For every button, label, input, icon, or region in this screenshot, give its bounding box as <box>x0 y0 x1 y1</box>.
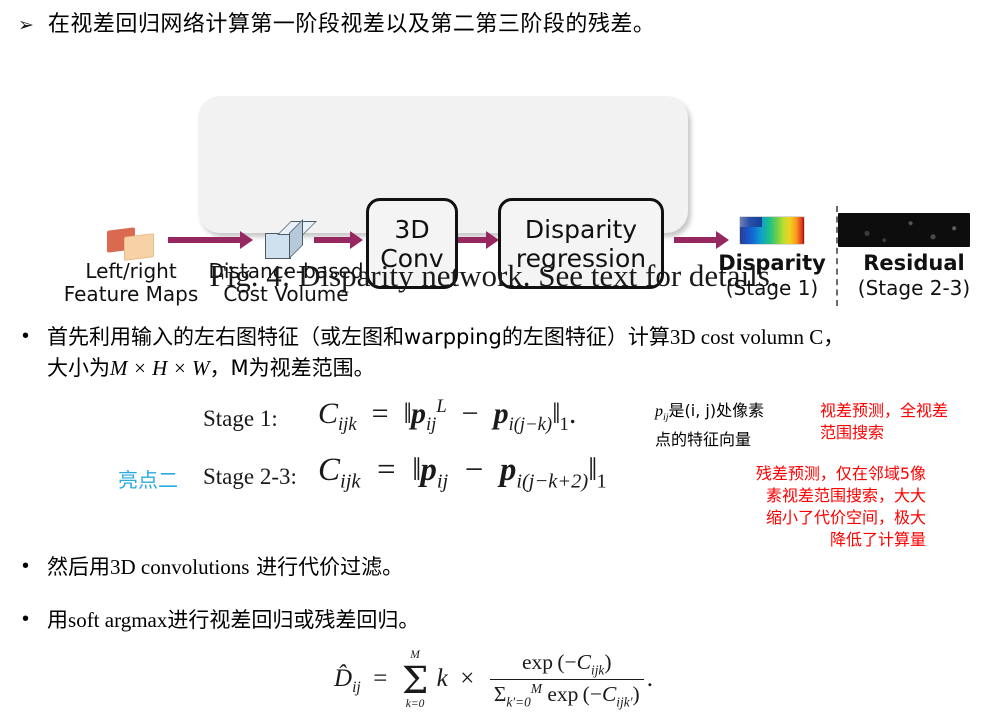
summation-symbol: M Σ k=0 <box>401 649 429 711</box>
stage-1-label: Stage 1: <box>203 406 278 431</box>
bullet-item-2: • 然后用3D convolutions 进行代价过滤。 <box>22 552 722 583</box>
soft-argmax-equation: D̂ij = M Σ k=0 k × exp (−Cijk) Σk′=0M ex… <box>334 649 653 711</box>
bullet-item-3: • 用soft argmax进行视差回归或残差回归。 <box>22 605 722 636</box>
bullet-dot: • <box>22 325 30 347</box>
stage-2-3-label: Stage 2-3: <box>203 464 297 489</box>
bullet-3-seg1: 用 <box>47 608 69 632</box>
bullet-1-line2-math: M × H × W <box>110 356 210 380</box>
bullet-1-seg2: 3D cost volumn C <box>669 325 824 349</box>
annotation-pij-line1: 是(i, j)处像素 <box>668 401 765 420</box>
bullet-2-seg1: 然后用 <box>47 555 111 579</box>
node-3d-conv-line1: 3D <box>394 214 430 244</box>
bullet-3-seg2: soft argmax <box>68 608 168 632</box>
annotation-red1-line2: 范围搜索 <box>820 423 885 442</box>
residual-thumbnail-image <box>838 213 970 247</box>
page-title: 在视差回归网络计算第一阶段视差以及第二第三阶段的残差。 <box>47 12 656 37</box>
annotation-red2-line2: 素视差范围搜索，大大 <box>765 486 926 505</box>
bullet-dot: • <box>22 555 30 577</box>
bullet-1-line2-seg1: 大小为 <box>47 356 111 380</box>
bullet-1-line2-seg2: ，M为视差范围。 <box>209 356 375 380</box>
disparity-thumbnail-image <box>740 217 804 244</box>
annotation-red2-line4: 降低了计算量 <box>829 530 926 549</box>
feature-maps-icon <box>106 226 158 261</box>
annotation-red1-line1: 视差预测，全视差 <box>820 401 949 420</box>
highlight-tag: 亮点二 <box>118 468 178 492</box>
bullet-3-text: 用soft argmax进行视差回归或残差回归。 <box>47 605 419 636</box>
annotation-pij-line2: 点的特征向量 <box>655 430 752 450</box>
bullet-3-seg3: 进行视差回归或残差回归。 <box>167 608 420 632</box>
bullet-1-seg3: ， <box>823 325 845 349</box>
bullet-1-seg1: 首先利用输入的左右图特征（或左图和warpping的左图特征）计算 <box>47 325 670 349</box>
softmax-fraction: exp (−Cijk) Σk′=0M exp (−Cijk′) <box>489 650 644 711</box>
disparity-network-diagram: Left/right Feature Maps Distance-based C… <box>0 88 987 306</box>
slide-heading-row: ➢ 在视差回归网络计算第一阶段视差以及第二第三阶段的残差。 <box>18 10 958 40</box>
annotation-pij-note: pij是(i, j)处像素 点的特征向量 <box>655 400 795 451</box>
annotation-red2-line3: 缩小了代价空间，极大 <box>765 508 926 527</box>
annotation-red2-line1: 残差预测，仅在邻域5像 <box>755 464 926 483</box>
annotation-red-stage1: 视差预测，全视差 范围搜索 <box>820 400 985 444</box>
annotation-pij-symbol: p <box>655 403 663 420</box>
bullet-1-text: 首先利用输入的左右图特征（或左图和warpping的左图特征）计算3D cost… <box>47 322 844 384</box>
node-disparity-regression-line1: Disparity <box>524 214 638 244</box>
bullet-2-seg2: 3D convolutions <box>110 555 250 579</box>
annotation-red-stage23: 残差预测，仅在邻域5像 素视差范围搜索，大大 缩小了代价空间，极大 降低了计算量 <box>726 463 926 551</box>
stage-2-3-equation: Cijk = ‖pij − pi(j−k+2)‖1 <box>318 452 607 493</box>
figure-caption: Fig. 4: Disparity network. See text for … <box>209 258 778 293</box>
bullet-2-seg3: 进行代价过滤。 <box>249 555 404 579</box>
bullet-2-text: 然后用3D convolutions 进行代价过滤。 <box>47 552 403 583</box>
stage-1-equation: Cijk = ‖pijL − pi(j−k)‖1. <box>318 396 577 435</box>
bullet-dot: • <box>22 608 30 630</box>
cube-icon <box>263 219 317 259</box>
bullet-item-1: • 首先利用输入的左右图特征（或左图和warpping的左图特征）计算3D co… <box>22 322 972 384</box>
arrow-bullet-icon: ➢ <box>18 14 34 36</box>
